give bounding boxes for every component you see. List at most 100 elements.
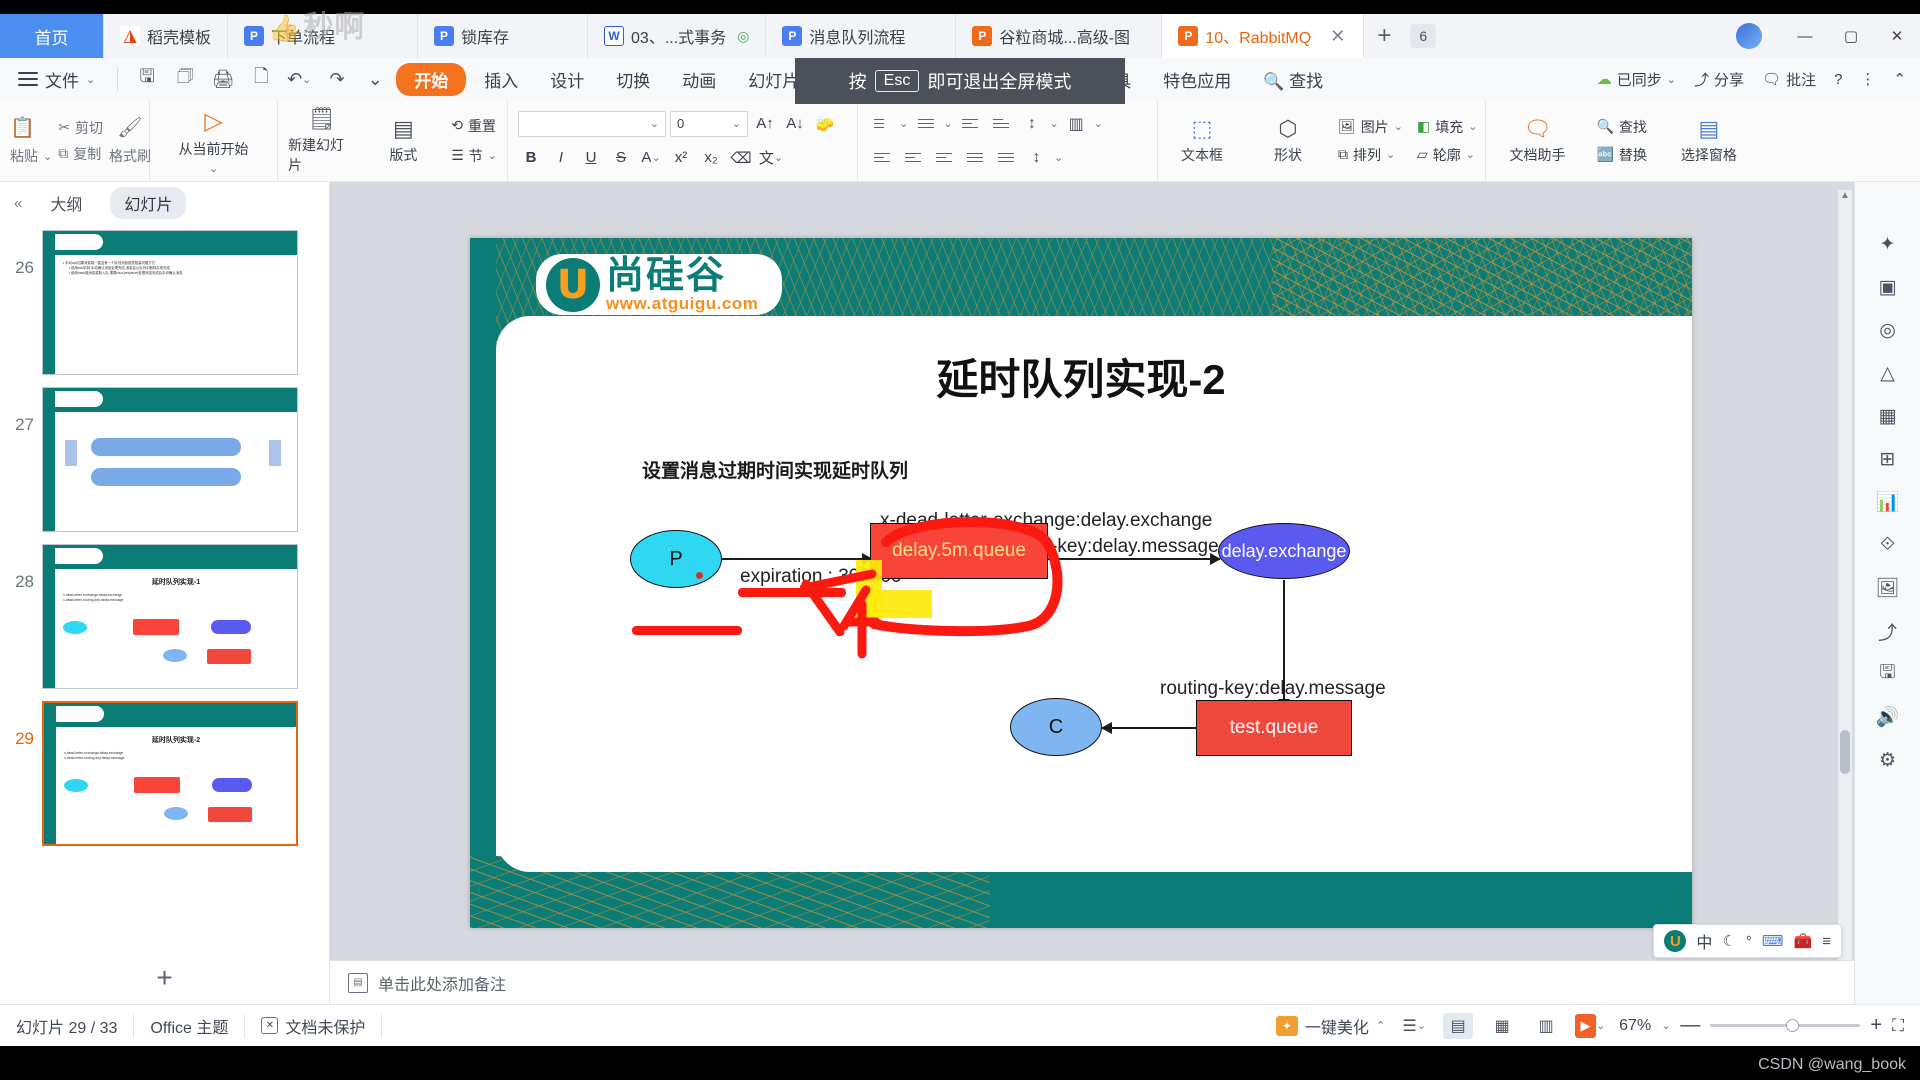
tab-message-queue-flow[interactable]: P 消息队列流程	[766, 14, 957, 58]
subscript-button[interactable]: x₂	[698, 145, 724, 171]
settings-rail-icon[interactable]: ⚙	[1870, 744, 1906, 776]
slide-editor[interactable]: U 尚硅谷 www.atguigu.com 延时队列实现-2 设置消息过期时间实…	[470, 238, 1692, 928]
ime-toolbox-icon[interactable]: 🧰	[1794, 932, 1813, 950]
text-direction-button[interactable]: ↕	[1023, 145, 1050, 171]
bar-chart-rail-icon[interactable]: 📊	[1870, 486, 1906, 518]
grid-rail-icon[interactable]: ⊞	[1870, 443, 1906, 475]
close-button[interactable]: ✕	[1874, 14, 1920, 58]
add-slide-button[interactable]: +	[0, 962, 329, 994]
slide-canvas-area[interactable]: U 尚硅谷 www.atguigu.com 延时队列实现-2 设置消息过期时间实…	[330, 182, 1854, 1004]
superscript-button[interactable]: x²	[668, 145, 694, 171]
tab-distributed-transaction[interactable]: W 03、...式事务 ◎	[588, 14, 767, 58]
arrange-button[interactable]: ⧉ 排列 ⌄	[1338, 145, 1403, 165]
print-preview-icon[interactable]: 🗋	[244, 64, 278, 94]
doc-assistant-button[interactable]: 🗨 文档助手	[1494, 116, 1580, 165]
ribbon-tab-insert[interactable]: 插入	[470, 63, 532, 96]
layout-button[interactable]: ▤ 版式	[370, 116, 438, 165]
format-painter-button[interactable]: 🖌	[117, 115, 142, 140]
zoom-slider-knob[interactable]	[1786, 1019, 1800, 1032]
fit-to-window-button[interactable]: ⛶	[1892, 1016, 1904, 1036]
numbering-button[interactable]	[912, 111, 939, 137]
diagram-rail-icon[interactable]: ⟐	[1870, 529, 1906, 561]
beautify-button[interactable]: ✦ 一键美化 ⌃	[1275, 1014, 1385, 1038]
section-button[interactable]: ☰ 节 ⌄	[451, 146, 497, 166]
frame-icon[interactable]: ▣	[1870, 271, 1906, 303]
comment-button[interactable]: 🗨 批注	[1762, 69, 1816, 90]
tab-gulimall-advanced[interactable]: P 谷粒商城...高级-图	[956, 14, 1163, 58]
cloud-sync-button[interactable]: ☁ 已同步 ⌄	[1597, 69, 1676, 90]
ai-magic-icon[interactable]: ✦	[1870, 228, 1906, 260]
list-item[interactable]: 26 • 手动ack如果消费端一直没有一个队列消费就是阻塞问题方式 • 使用ac…	[0, 224, 329, 381]
align-left-button[interactable]	[868, 145, 895, 171]
help-button[interactable]: ?	[1834, 71, 1842, 88]
replace-button[interactable]: 🔤 替换	[1596, 145, 1646, 165]
view-normal-icon[interactable]: ▤	[1443, 1012, 1474, 1039]
font-size-select[interactable]: 0 ⌄	[670, 110, 748, 137]
ime-moon-icon[interactable]: ☾	[1722, 932, 1735, 950]
slide-thumbnail[interactable]	[42, 387, 298, 532]
increase-indent-button[interactable]	[987, 111, 1014, 137]
strikethrough-button[interactable]: S	[608, 145, 634, 171]
find-button[interactable]: 🔍 查找	[1596, 117, 1646, 137]
theme-name[interactable]: Office 主题	[134, 1013, 246, 1038]
slideshow-play-button[interactable]: ▶ ⌄	[1575, 1013, 1605, 1039]
reset-button[interactable]: ⟲ 重置	[451, 116, 497, 136]
ribbon-tab-featured-apps[interactable]: 特色应用	[1149, 63, 1245, 96]
customize-toolbar-icon[interactable]: ⌄	[358, 64, 392, 94]
decrease-font-size-button[interactable]: A↓	[782, 111, 808, 137]
paste-button[interactable]: 📋	[10, 115, 52, 140]
clear-formatting-button[interactable]: 🧽	[812, 111, 838, 137]
selection-pane-button[interactable]: ▤ 选择窗格	[1663, 116, 1755, 165]
cut-button[interactable]: ✂ 剪切	[58, 118, 103, 138]
node-consumer[interactable]: C	[1010, 698, 1102, 756]
tab-count-badge[interactable]: 6	[1410, 24, 1437, 48]
ime-toolbar[interactable]: U 中 ☾ ° ⌨ 🧰 ≡	[1653, 924, 1842, 958]
fill-button[interactable]: ◧ 填充 ⌄	[1417, 117, 1477, 137]
align-distributed-button[interactable]	[992, 145, 1019, 171]
canvas-vertical-scrollbar[interactable]: ▲ ▼	[1838, 190, 1852, 990]
print-icon[interactable]: 🖨	[206, 64, 240, 94]
ime-punctuation-icon[interactable]: °	[1746, 933, 1752, 950]
tab-outline[interactable]: 大纲	[36, 187, 96, 219]
picture-button[interactable]: 🖼 图片 ⌄	[1338, 117, 1403, 137]
view-options-icon[interactable]: ☰ ⌄	[1399, 1013, 1429, 1039]
underline-button[interactable]: U	[578, 145, 604, 171]
shapes-rail-icon[interactable]: ◎	[1870, 314, 1906, 346]
more-options-button[interactable]: ⋮	[1860, 70, 1875, 88]
tab-shell-template[interactable]: ◮ 稻壳模板	[104, 14, 229, 58]
outline-button[interactable]: ▱ 轮廓 ⌄	[1417, 145, 1477, 165]
ime-menu-icon[interactable]: ≡	[1822, 933, 1831, 950]
align-right-button[interactable]	[930, 145, 957, 171]
zoom-out-button[interactable]: —	[1680, 1014, 1700, 1037]
text-effect-button[interactable]: 文 ⌄	[758, 145, 784, 171]
audio-rail-icon[interactable]: 🔊	[1870, 701, 1906, 733]
tab-lock-stock[interactable]: P 锁库存	[418, 14, 589, 58]
undo-icon[interactable]: ↶ ⌄	[282, 64, 316, 94]
node-producer[interactable]: P	[630, 530, 722, 588]
tab-rabbitmq[interactable]: P 10、RabbitMQ ✕	[1162, 14, 1365, 58]
list-item[interactable]: 27	[0, 381, 329, 538]
bullets-button[interactable]	[868, 111, 895, 137]
italic-button[interactable]: I	[548, 145, 574, 171]
zoom-level[interactable]: 67%	[1619, 1017, 1651, 1035]
node-delay-queue[interactable]: delay.5m.queue	[870, 523, 1048, 579]
slide-thumbnail[interactable]: • 手动ack如果消费端一直没有一个队列消费就是阻塞问题方式 • 使用ack机制…	[42, 230, 298, 375]
ribbon-tab-transitions[interactable]: 切换	[602, 63, 664, 96]
notes-bar[interactable]: ▤ 单击此处添加备注	[330, 960, 1854, 1004]
bold-button[interactable]: B	[518, 145, 544, 171]
collapse-ribbon-button[interactable]: ⌃	[1893, 70, 1906, 88]
ime-language-label[interactable]: 中	[1696, 929, 1712, 953]
scrollbar-thumb[interactable]	[1840, 730, 1850, 774]
collapse-panel-button[interactable]: «	[14, 195, 22, 212]
file-menu-button[interactable]: 文件 ⌄	[8, 67, 105, 92]
increase-font-size-button[interactable]: A↑	[752, 111, 778, 137]
document-protection-status[interactable]: ✕ 文档未保护	[245, 1013, 383, 1038]
node-delay-exchange[interactable]: delay.exchange	[1218, 523, 1350, 579]
shapes-button[interactable]: ⬡ 形状	[1252, 116, 1324, 165]
decrease-indent-button[interactable]	[956, 111, 983, 137]
ime-keyboard-icon[interactable]: ⌨	[1762, 932, 1784, 950]
maximize-button[interactable]: ▢	[1828, 14, 1874, 58]
ribbon-tab-design[interactable]: 设计	[536, 63, 598, 96]
label-routing-key[interactable]: routing-key:delay.message	[1160, 678, 1386, 700]
clear-format-button[interactable]: ⌫	[728, 145, 754, 171]
